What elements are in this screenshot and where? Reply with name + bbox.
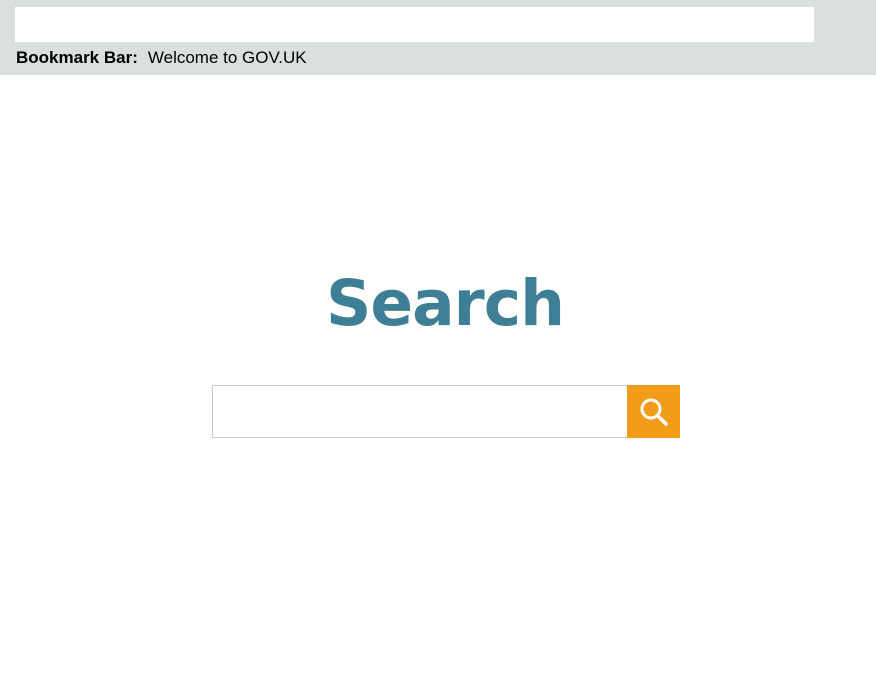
search-icon: [640, 398, 668, 426]
search-input[interactable]: [212, 385, 627, 438]
bookmark-welcome-to-gov-uk[interactable]: Welcome to GOV.UK: [148, 48, 307, 68]
address-bar[interactable]: [15, 7, 814, 42]
search-button[interactable]: [627, 385, 680, 438]
browser-chrome: Bookmark Bar: Welcome to GOV.UK: [0, 0, 876, 75]
page-title: Search: [326, 267, 565, 340]
bookmark-bar-label: Bookmark Bar:: [16, 48, 138, 67]
search-form: [212, 385, 680, 438]
bookmark-bar: Bookmark Bar: Welcome to GOV.UK: [16, 48, 307, 68]
page-content: Search: [0, 75, 876, 690]
